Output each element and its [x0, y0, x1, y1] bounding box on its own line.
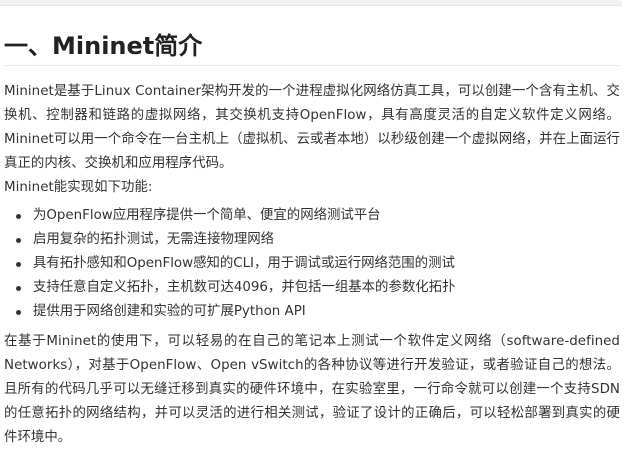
top-divider-bar	[0, 0, 622, 6]
list-item-text: 具有拓扑感知和OpenFlow感知的CLI，用于调试或运行网络范围的测试	[33, 256, 455, 271]
list-item: 提供用于网络创建和实验的可扩展Python API	[16, 300, 620, 324]
list-item-text: 支持任意自定义拓扑，主机数可达4096，并包括一组基本的参数化拓扑	[33, 280, 456, 295]
intro-paragraph: Mininet是基于Linux Container架构开发的一个进程虚拟化网络仿…	[4, 84, 620, 171]
list-item: 启用复杂的拓扑测试，无需连接物理网络	[16, 228, 620, 252]
closing-paragraph: 在基于Mininet的使用下，可以轻易的在自己的笔记本上测试一个软件定义网络（s…	[4, 334, 620, 445]
bullet-icon	[16, 261, 21, 267]
list-item: 为OpenFlow应用程序提供一个简单、便宜的网络测试平台	[16, 204, 620, 228]
list-item: 支持任意自定义拓扑，主机数可达4096，并包括一组基本的参数化拓扑	[16, 276, 620, 300]
bullet-icon	[16, 309, 21, 315]
feature-list: 为OpenFlow应用程序提供一个简单、便宜的网络测试平台 启用复杂的拓扑测试，…	[4, 204, 620, 324]
list-item: 具有拓扑感知和OpenFlow感知的CLI，用于调试或运行网络范围的测试	[16, 252, 620, 276]
scrollbar-track[interactable]	[624, 0, 636, 456]
bullet-icon	[16, 285, 21, 291]
bullet-icon	[16, 213, 21, 219]
list-item-text: 提供用于网络创建和实验的可扩展Python API	[33, 304, 306, 319]
list-item-text: 为OpenFlow应用程序提供一个简单、便宜的网络测试平台	[33, 208, 381, 223]
article-body: 一、Mininet简介 Mininet是基于Linux Container架构开…	[4, 28, 620, 450]
section-heading: 一、Mininet简介	[4, 28, 620, 66]
bullet-icon	[16, 237, 21, 243]
features-intro: Mininet能实现如下功能:	[4, 180, 153, 195]
list-item-text: 启用复杂的拓扑测试，无需连接物理网络	[33, 232, 275, 247]
